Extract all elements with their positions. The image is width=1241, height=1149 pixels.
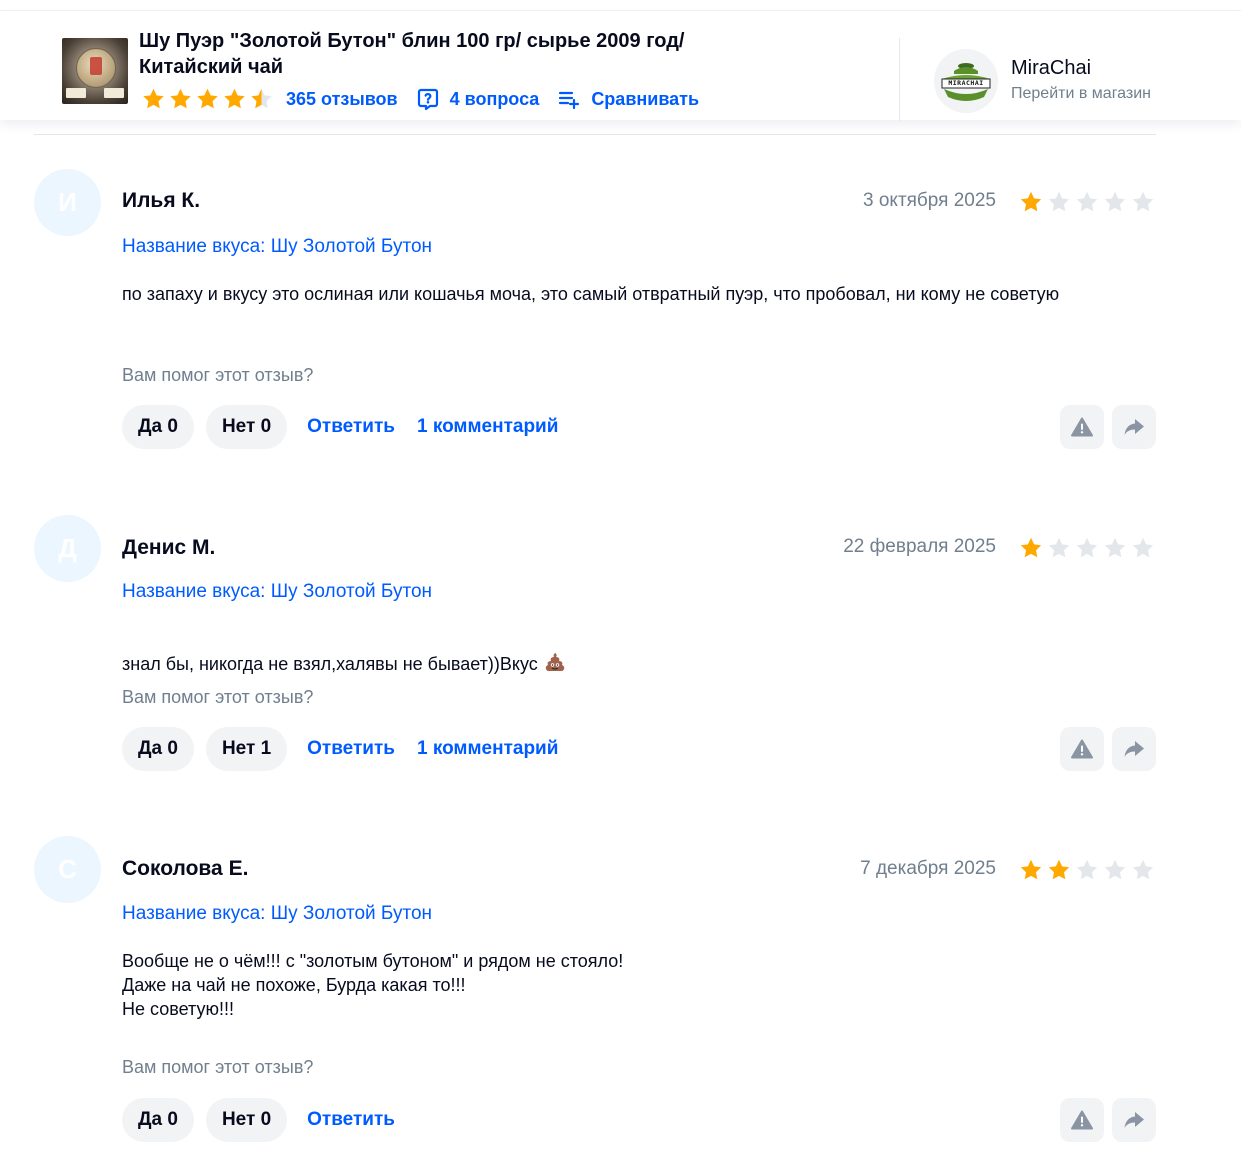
- star-filled-icon: [1020, 191, 1042, 212]
- review-text: Вообще не о чём!!! с "золотым бутоном" и…: [122, 951, 624, 1019]
- questions-link-label: 4 вопроса: [449, 88, 540, 109]
- compare-link-label: Сравнивать: [591, 88, 700, 109]
- share-button[interactable]: [1112, 727, 1156, 771]
- star-empty-icon: [1132, 859, 1154, 880]
- warning-triangle-icon: [1071, 1110, 1093, 1130]
- star-empty-icon: [1076, 537, 1098, 558]
- avatar: С: [34, 836, 101, 903]
- report-button[interactable]: [1060, 727, 1104, 771]
- share-arrow-icon: [1124, 419, 1144, 435]
- reply-link[interactable]: Ответить: [307, 738, 395, 760]
- warning-triangle-icon: [1071, 417, 1093, 437]
- reply-link[interactable]: Ответить: [307, 1109, 395, 1131]
- star-empty-icon: [1048, 191, 1070, 212]
- compare-link[interactable]: Сравнивать: [557, 87, 699, 111]
- helpful-yes-button[interactable]: Да 0: [122, 405, 194, 449]
- header-divider: [899, 38, 900, 122]
- review-date: 3 октября 2025: [863, 190, 996, 211]
- star-filled-icon: [1020, 859, 1042, 880]
- product-rating-row: 365 отзывов 4 вопроса Сравнивать: [141, 87, 699, 111]
- compare-list-icon: [559, 91, 580, 110]
- avatar: Д: [34, 515, 101, 582]
- review-actions: Да 0 Нет 0 Ответить: [122, 1098, 417, 1142]
- reply-link[interactable]: Ответить: [307, 416, 395, 438]
- star-filled-icon: [1020, 537, 1042, 558]
- product-title[interactable]: Шу Пуэр "Золотой Бутон" блин 100 гр/ сыр…: [139, 28, 779, 80]
- comments-link[interactable]: 1 комментарий: [417, 416, 558, 438]
- star-half-icon: [251, 88, 272, 109]
- report-button[interactable]: [1060, 1098, 1104, 1142]
- star-filled-icon: [170, 88, 191, 109]
- helpful-yes-button[interactable]: Да 0: [122, 727, 194, 771]
- star-empty-icon: [1104, 537, 1126, 558]
- sticky-product-header: Шу Пуэр "Золотой Бутон" блин 100 гр/ сыр…: [0, 10, 1241, 122]
- review-text: знал бы, никогда не взял,халявы не бывае…: [122, 627, 1112, 679]
- flavor-name[interactable]: Название вкуса: Шу Золотой Бутон: [122, 581, 432, 603]
- share-button[interactable]: [1112, 1098, 1156, 1142]
- warning-triangle-icon: [1071, 739, 1093, 759]
- helpful-no-button[interactable]: Нет 0: [205, 1098, 288, 1142]
- helpful-no-button[interactable]: Нет 1: [205, 727, 288, 771]
- review-rating-stars: [1018, 190, 1156, 214]
- share-arrow-icon: [1124, 741, 1144, 757]
- tea-cake-image: [76, 48, 116, 88]
- helpful-question: Вам помог этот отзыв?: [122, 1057, 314, 1077]
- review-text-content: знал бы, никогда не взял,халявы не бывае…: [122, 654, 538, 674]
- star-empty-icon: [1076, 191, 1098, 212]
- helpful-no-button[interactable]: Нет 0: [205, 405, 288, 449]
- question-bubble-icon: [417, 88, 438, 111]
- review-rating-stars: [1018, 858, 1156, 882]
- review-author: Соколова Е.: [122, 857, 249, 880]
- star-empty-icon: [1104, 859, 1126, 880]
- share-button[interactable]: [1112, 405, 1156, 449]
- avatar: И: [34, 169, 101, 236]
- shop-name[interactable]: MiraChai: [1011, 57, 1091, 80]
- star-empty-icon: [1132, 191, 1154, 212]
- star-empty-icon: [1104, 191, 1126, 212]
- helpful-yes-button[interactable]: Да 0: [122, 1098, 194, 1142]
- star-filled-icon: [1048, 859, 1070, 880]
- review-actions: Да 0 Нет 1 Ответить 1 комментарий: [122, 727, 580, 771]
- flavor-name[interactable]: Название вкуса: Шу Золотой Бутон: [122, 903, 432, 925]
- pile-of-poo-icon: [544, 651, 566, 679]
- star-empty-icon: [1048, 537, 1070, 558]
- review-actions: Да 0 Нет 0 Ответить 1 комментарий: [122, 405, 580, 449]
- helpful-question: Вам помог этот отзыв?: [122, 687, 314, 707]
- flavor-name[interactable]: Название вкуса: Шу Золотой Бутон: [122, 236, 432, 258]
- review-text: по запаху и вкусу это ослиная или кошачь…: [122, 284, 1060, 304]
- helpful-question: Вам помог этот отзыв?: [122, 365, 314, 385]
- star-filled-icon: [224, 88, 245, 109]
- review-author: Илья К.: [122, 189, 201, 212]
- comments-link[interactable]: 1 комментарий: [417, 738, 558, 760]
- share-arrow-icon: [1124, 1112, 1144, 1128]
- review-author: Денис М.: [122, 536, 216, 559]
- section-divider: [34, 134, 1156, 135]
- product-thumbnail[interactable]: [62, 38, 128, 104]
- reviews-link[interactable]: 365 отзывов: [286, 89, 398, 110]
- shop-logo-text: MIRACHAI: [948, 79, 984, 87]
- shop-logo[interactable]: MIRACHAI: [934, 49, 998, 113]
- star-empty-icon: [1132, 537, 1154, 558]
- questions-link[interactable]: 4 вопроса: [416, 87, 540, 111]
- star-filled-icon: [143, 88, 164, 109]
- star-empty-icon: [1076, 859, 1098, 880]
- go-to-shop-link[interactable]: Перейти в магазин: [1011, 85, 1151, 103]
- report-button[interactable]: [1060, 405, 1104, 449]
- product-rating-stars: [141, 87, 274, 111]
- review-date: 22 февраля 2025: [843, 536, 996, 557]
- star-filled-icon: [197, 88, 218, 109]
- review-rating-stars: [1018, 536, 1156, 560]
- review-date: 7 декабря 2025: [860, 858, 996, 879]
